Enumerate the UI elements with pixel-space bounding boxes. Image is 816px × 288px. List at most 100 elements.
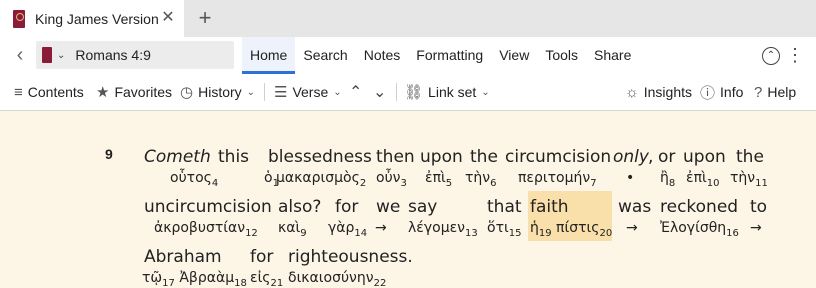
greek-word-text: οὗτος4 bbox=[170, 170, 219, 189]
bulb-icon: ☼ bbox=[625, 83, 639, 101]
collapse-up-icon[interactable]: ⌃ bbox=[762, 47, 780, 65]
more-options-icon[interactable]: ⋮ bbox=[786, 43, 804, 67]
favorites-button[interactable]: ★ Favorites bbox=[96, 74, 172, 110]
greek-word-text: οὖν3 bbox=[376, 170, 407, 189]
word-order-number: 17 bbox=[162, 277, 175, 288]
greek-word-text: καὶ9 bbox=[278, 220, 307, 239]
help-button[interactable]: ? Help bbox=[754, 74, 796, 110]
word-order-number: 7 bbox=[590, 177, 597, 189]
english-word-text: righteousness. bbox=[288, 247, 413, 267]
lines-icon: ☰ bbox=[274, 84, 288, 101]
greek-word-text: τῷ17 Ἀβραὰμ18 bbox=[142, 270, 247, 288]
english-word-text: for bbox=[250, 247, 274, 267]
word-order-number: 3 bbox=[400, 177, 407, 189]
back-arrow-icon[interactable]: ‹ bbox=[10, 43, 30, 67]
history-button[interactable]: ◷ History ⌄ bbox=[180, 74, 255, 110]
english-word-text: , bbox=[648, 147, 654, 167]
english-word-text: upon bbox=[683, 147, 726, 167]
english-word-text: the bbox=[736, 147, 764, 167]
greek-word-text: δικαιοσύνην22 bbox=[288, 270, 387, 288]
english-word-text: was bbox=[618, 197, 652, 217]
clock-icon: ◷ bbox=[180, 84, 194, 101]
verse-button[interactable]: ☰ Verse ⌄ bbox=[274, 74, 342, 110]
contents-button[interactable]: ≡ Contents bbox=[14, 74, 84, 110]
reference-input[interactable]: Romans 4:9 bbox=[75, 47, 150, 63]
reference-box[interactable]: ⌄ Romans 4:9 bbox=[36, 41, 234, 69]
tab-notes[interactable]: Notes bbox=[356, 37, 409, 74]
tab-tools[interactable]: Tools bbox=[537, 37, 586, 74]
greek-word-text: ἡ19 πίστις20 bbox=[530, 220, 613, 239]
english-word-text: the bbox=[470, 147, 498, 167]
english-word-text: we bbox=[376, 197, 401, 217]
word-order-number: 20 bbox=[599, 227, 613, 239]
greek-word-text: ἀκροβυστίαν12 bbox=[154, 220, 258, 239]
word-order-number: 4 bbox=[211, 177, 219, 189]
greek-word-text: μακαρισμὸς2 bbox=[276, 170, 367, 189]
reference-toolbar: ‹ ⌄ Romans 4:9 Home Search Notes Formatt… bbox=[0, 37, 816, 74]
english-word-text: Cometh bbox=[144, 147, 211, 167]
link-icon: ⛓ bbox=[404, 84, 424, 101]
english-word-text: reckoned bbox=[660, 197, 739, 217]
greek-word-text: τὴν6 bbox=[465, 170, 497, 189]
verse-number[interactable]: 9 bbox=[105, 146, 113, 162]
word-order-number: 9 bbox=[300, 227, 307, 239]
word-order-number: 8 bbox=[668, 177, 676, 189]
word-order-number: 22 bbox=[373, 277, 387, 288]
english-word-text: say bbox=[408, 197, 438, 217]
greek-word-text: γὰρ14 bbox=[328, 220, 368, 239]
english-word-text: then bbox=[376, 147, 415, 167]
tab-strip: King James Version ✕ + bbox=[0, 0, 816, 37]
chevron-down-icon: ⌄ bbox=[481, 86, 490, 98]
contents-label: Contents bbox=[27, 84, 84, 100]
english-word-text: blessedness bbox=[268, 147, 372, 167]
tab-view[interactable]: View bbox=[491, 37, 537, 74]
up-arrow-icon[interactable]: ⌃ bbox=[349, 74, 362, 110]
link-set-button[interactable]: ⛓ Link set ⌄ bbox=[404, 74, 490, 110]
greek-word-text: ὅτι15 bbox=[487, 220, 522, 239]
greek-word-text: εἰς21 bbox=[250, 270, 284, 288]
english-word-text: to bbox=[750, 197, 768, 217]
word-order-number: 12 bbox=[245, 227, 258, 239]
info-button[interactable]: ⓘ Info bbox=[700, 74, 743, 110]
menu-tabs: Home Search Notes Formatting View Tools … bbox=[242, 37, 639, 74]
down-arrow-icon[interactable]: ⌄ bbox=[373, 74, 386, 110]
english-word-text: only bbox=[613, 147, 649, 167]
word-order-number: 15 bbox=[508, 227, 522, 239]
word-order-number: 21 bbox=[270, 277, 284, 288]
close-icon[interactable]: ✕ bbox=[158, 8, 178, 28]
word-order-number: 19 bbox=[538, 227, 552, 239]
tab-king-james-version[interactable]: King James Version ✕ bbox=[0, 0, 184, 37]
bible-book-icon bbox=[42, 47, 52, 63]
info-icon: ⓘ bbox=[700, 84, 716, 102]
chevron-down-icon[interactable]: ⌄ bbox=[57, 50, 65, 61]
new-tab-icon[interactable]: + bbox=[192, 4, 218, 32]
english-word-text: that bbox=[487, 197, 522, 217]
english-word-text: this bbox=[218, 147, 250, 167]
word-order-number: 16 bbox=[726, 227, 739, 239]
greek-word-text: → bbox=[375, 220, 387, 236]
word-order-number: 10 bbox=[706, 177, 720, 189]
english-word-text: Abraham bbox=[144, 247, 222, 267]
help-icon: ? bbox=[754, 83, 763, 101]
tab-formatting[interactable]: Formatting bbox=[408, 37, 491, 74]
greek-word-text: • bbox=[626, 170, 635, 186]
english-word-text: upon bbox=[420, 147, 463, 167]
chevron-down-icon: ⌄ bbox=[333, 86, 342, 98]
history-label: History bbox=[198, 84, 242, 100]
insights-label: Insights bbox=[643, 84, 692, 100]
link-set-label: Link set bbox=[428, 84, 477, 100]
insights-button[interactable]: ☼ Insights bbox=[625, 74, 692, 110]
word-order-number: 5 bbox=[445, 177, 453, 189]
english-word-text: circumcision bbox=[505, 147, 612, 167]
bible-book-icon bbox=[13, 9, 25, 28]
divider bbox=[264, 83, 265, 101]
tab-search[interactable]: Search bbox=[295, 37, 355, 74]
reading-pane[interactable]: 9 Cometh this οὗτος4 ὁ1 blessedness μακαρισμὸ… bbox=[0, 111, 816, 288]
word-order-number: 14 bbox=[354, 227, 368, 239]
tab-share[interactable]: Share bbox=[586, 37, 639, 74]
greek-word-text: ἐπὶ5 bbox=[425, 170, 453, 189]
english-word-text: or bbox=[658, 147, 676, 167]
word-order-number: 2 bbox=[359, 177, 367, 189]
tab-home[interactable]: Home bbox=[242, 37, 296, 74]
word-order-number: 18 bbox=[234, 277, 247, 288]
